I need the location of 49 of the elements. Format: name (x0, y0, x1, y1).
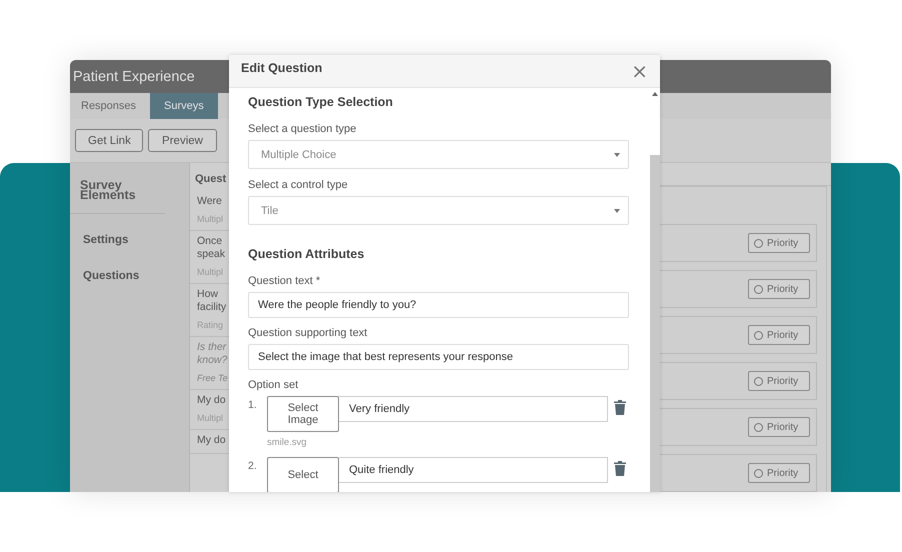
sidebar-item[interactable]: Questions (70, 250, 189, 286)
file-name: smile.svg (267, 437, 308, 448)
close-button[interactable]: × (631, 61, 648, 81)
sidebar-item[interactable]: Settings (70, 214, 189, 250)
question-text: know? (197, 354, 228, 367)
tab[interactable]: Responses (70, 93, 150, 119)
priority-button[interactable]: Priority (748, 325, 810, 345)
priority-button[interactable]: Priority (748, 233, 810, 253)
sidebar-title: Survey Elements (70, 163, 165, 214)
select-field[interactable]: Multiple Choice (248, 140, 629, 169)
option-field[interactable]: Very friendly (339, 396, 608, 422)
field-label: Question text * (248, 275, 322, 287)
section-heading: Question Attributes (248, 247, 366, 261)
field-label: Option set (248, 379, 300, 391)
caret-icon (614, 208, 620, 212)
app-title: Patient Experience (73, 68, 195, 84)
trash-icon[interactable] (614, 400, 626, 415)
input-field[interactable]: Select the image that best represents your response (248, 344, 629, 370)
question-text: Once (197, 235, 224, 248)
question-text: Were (197, 195, 223, 208)
question-text: speak (197, 248, 226, 261)
tab[interactable]: Surveys (150, 93, 218, 119)
priority-button[interactable]: Priority (748, 463, 810, 483)
caret-icon (614, 152, 620, 156)
question-type: Free Te (197, 373, 229, 383)
select-field[interactable]: Tile (248, 196, 629, 225)
priority-button[interactable]: Priority (748, 371, 810, 391)
priority-button[interactable]: Priority (748, 417, 810, 437)
question-text: My do (197, 434, 227, 447)
select-image-button[interactable]: Select (267, 457, 339, 492)
option-field[interactable]: Quite friendly (339, 457, 608, 483)
trash-icon[interactable] (614, 461, 626, 476)
question-text: My do (197, 394, 227, 407)
priority-button[interactable]: Priority (748, 279, 810, 299)
toolbar-button[interactable]: Preview (148, 129, 217, 152)
field-label: Question supporting text (248, 327, 368, 339)
option-number: 1. (248, 398, 258, 411)
question-text: How (197, 288, 220, 301)
question-text: Is ther (197, 341, 228, 354)
question-text: facility (197, 301, 228, 314)
select-image-button[interactable]: Select Image (267, 396, 339, 432)
dialog-title: Edit Question (241, 61, 322, 75)
input-field[interactable]: Were the people friendly to you? (248, 292, 629, 318)
field-label: Select a question type (248, 123, 358, 135)
toolbar-button[interactable]: Get Link (75, 129, 143, 152)
option-number: 2. (248, 459, 258, 472)
list-heading: Quest (194, 172, 228, 187)
field-label: Select a control type (248, 179, 349, 191)
section-heading: Question Type Selection (248, 95, 394, 109)
